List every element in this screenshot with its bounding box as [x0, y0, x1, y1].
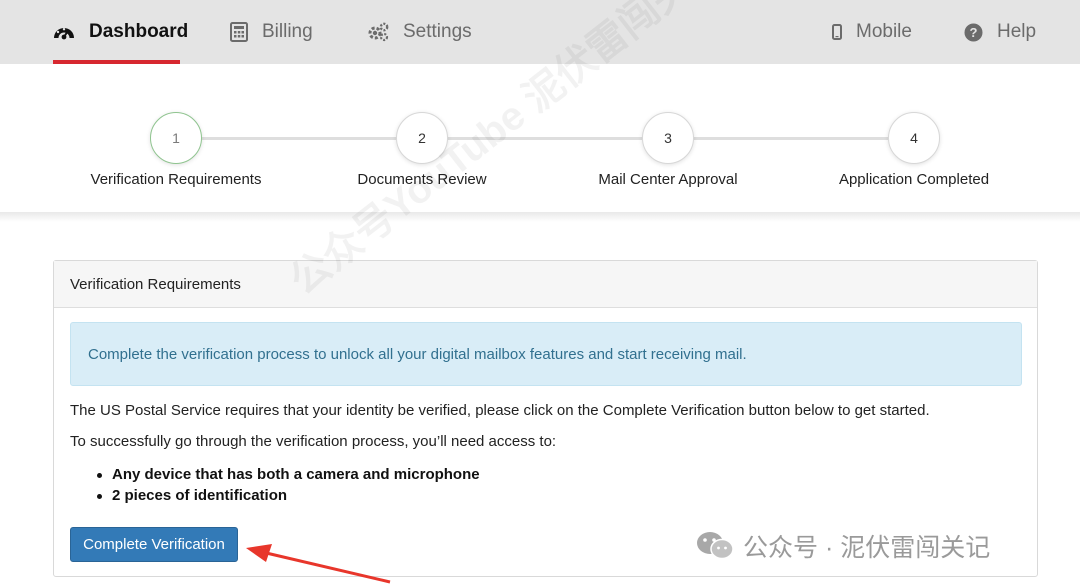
- corner-watermark: 公众号 · 泥伏雷闯关记: [695, 526, 990, 566]
- nav-mobile[interactable]: Mobile: [832, 0, 912, 64]
- dashboard-gauge-icon: [53, 23, 75, 41]
- nav-billing[interactable]: Billing: [230, 0, 313, 64]
- info-alert-text: Complete the verification process to unl…: [88, 345, 747, 363]
- question-circle-icon: ?: [964, 23, 983, 42]
- nav-billing-label: Billing: [262, 21, 313, 42]
- list-item: Any device that has both a camera and mi…: [95, 464, 480, 485]
- nav-settings[interactable]: Settings: [367, 0, 472, 64]
- complete-verification-button[interactable]: Complete Verification: [70, 527, 238, 562]
- step-1-label: Verification Requirements: [90, 171, 262, 188]
- list-item: 2 pieces of identification: [95, 485, 480, 506]
- step-connector: [202, 137, 396, 140]
- top-nav: Dashboard Billing Settings Mobile ? Help: [0, 0, 1080, 64]
- step-connector: [694, 137, 888, 140]
- nav-dashboard-label: Dashboard: [89, 21, 189, 42]
- step-connector: [448, 137, 642, 140]
- svg-text:?: ?: [970, 25, 978, 40]
- info-alert: Complete the verification process to unl…: [70, 322, 1022, 386]
- nav-settings-label: Settings: [403, 21, 472, 42]
- step-3-circle: 3: [642, 112, 694, 164]
- step-3-label: Mail Center Approval: [598, 171, 738, 188]
- step-4-label: Application Completed: [838, 171, 990, 188]
- step-2-label: Documents Review: [357, 171, 487, 188]
- gears-icon: [367, 22, 389, 42]
- calculator-icon: [230, 22, 248, 42]
- nav-mobile-label: Mobile: [856, 21, 912, 42]
- nav-help[interactable]: ? Help: [964, 0, 1036, 64]
- panel-heading: Verification Requirements: [54, 261, 1037, 308]
- nav-help-label: Help: [997, 21, 1037, 42]
- requirements-list: Any device that has both a camera and mi…: [95, 464, 480, 506]
- step-4-circle: 4: [888, 112, 940, 164]
- step-1-circle: 1: [150, 112, 202, 164]
- mobile-phone-icon: [832, 24, 842, 40]
- step-2-circle: 2: [396, 112, 448, 164]
- intro-text: The US Postal Service requires that your…: [70, 402, 930, 419]
- stepper-divider: [0, 212, 1080, 222]
- chat-bubble-logo-icon: [697, 532, 734, 560]
- corner-watermark-text: 公众号 · 泥伏雷闯关记: [743, 534, 991, 562]
- access-text: To successfully go through the verificat…: [70, 433, 557, 450]
- nav-dashboard[interactable]: Dashboard: [53, 0, 188, 64]
